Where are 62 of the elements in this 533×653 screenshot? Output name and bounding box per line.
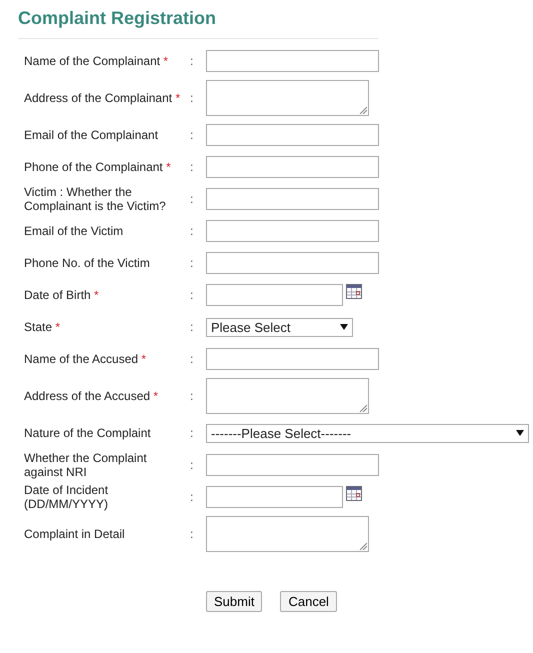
field-label: Name of the Complainant	[24, 54, 160, 68]
caret-icon	[340, 324, 348, 330]
input-field[interactable]	[206, 348, 379, 370]
separator: :	[189, 256, 194, 270]
date-field[interactable]	[206, 284, 343, 306]
separator: :	[189, 192, 194, 206]
required-mark: *	[153, 389, 158, 403]
field-label: Nature of the Complaint	[24, 426, 151, 440]
field-label: Address of the Complainant	[24, 91, 172, 105]
required-mark: *	[94, 288, 99, 302]
field-label: Complaint in Detail	[24, 527, 125, 541]
field-label: Address of the Accused	[24, 389, 150, 403]
separator: :	[189, 352, 194, 366]
separator: :	[189, 458, 194, 472]
field-label: Phone of the Complainant	[24, 160, 163, 174]
separator: :	[189, 160, 194, 174]
form-button[interactable]: Submit	[206, 591, 262, 612]
required-mark: *	[166, 160, 171, 174]
form-button[interactable]: Cancel	[280, 591, 337, 612]
resize-grip-icon	[359, 106, 367, 114]
field-label: Email of the Victim	[24, 224, 124, 238]
separator: :	[189, 288, 194, 302]
dropdown[interactable]: -------Please Select-------	[206, 424, 529, 442]
input-field[interactable]	[206, 220, 379, 242]
separator: :	[189, 389, 194, 403]
field-label: Email of the Complainant	[24, 128, 158, 142]
input-field[interactable]	[206, 252, 379, 274]
resize-grip-icon	[359, 404, 367, 412]
field-label: State	[24, 320, 52, 334]
field-label: Date of Incident (DD/MM/YYYY)	[24, 483, 108, 511]
input-field[interactable]	[206, 156, 379, 178]
required-mark: *	[55, 320, 60, 334]
required-mark: *	[141, 352, 146, 366]
required-mark: *	[163, 54, 168, 68]
field-label: Name of the Accused	[24, 352, 138, 366]
input-field[interactable]	[206, 188, 379, 210]
field-label: Victim : Whether the Complainant is the Victim?	[24, 185, 166, 213]
input-field[interactable]	[206, 124, 379, 146]
input-field[interactable]	[206, 454, 379, 476]
field-label: Whether the Complaint against NRI	[24, 451, 147, 479]
input-field[interactable]	[206, 50, 379, 72]
calendar-icon[interactable]	[346, 486, 362, 501]
field-label: Phone No. of the Victim	[24, 256, 150, 270]
textarea-field[interactable]	[206, 516, 369, 552]
calendar-icon[interactable]	[346, 284, 362, 299]
date-field[interactable]	[206, 486, 343, 508]
required-mark: *	[175, 91, 180, 105]
separator: :	[189, 91, 194, 105]
separator: :	[189, 128, 194, 142]
separator: :	[189, 426, 194, 440]
separator: :	[189, 527, 194, 541]
separator: :	[189, 320, 194, 334]
separator: :	[189, 224, 194, 238]
caret-icon	[516, 430, 524, 436]
separator: :	[189, 490, 194, 504]
dropdown[interactable]: Please Select	[206, 318, 353, 336]
field-label: Date of Birth	[24, 288, 91, 302]
resize-grip-icon	[359, 542, 367, 550]
page-title: Complaint Registration	[18, 8, 378, 39]
textarea-field[interactable]	[206, 80, 369, 116]
separator: :	[189, 54, 194, 68]
textarea-field[interactable]	[206, 378, 369, 414]
